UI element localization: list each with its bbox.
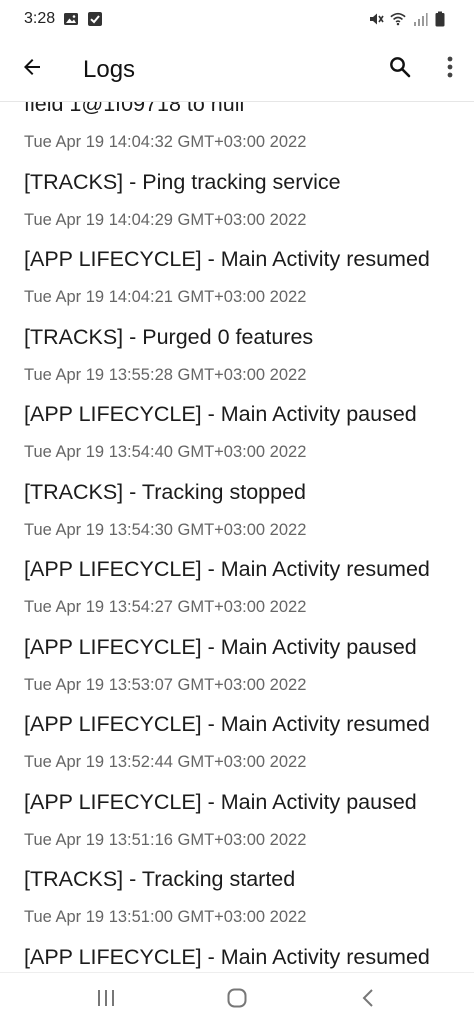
log-message: [APP LIFECYCLE] - Main Activity paused [24,634,417,659]
image-icon [63,11,79,27]
log-timestamp: Tue Apr 19 13:53:07 GMT+03:00 2022 [24,675,307,694]
recents-icon [96,989,116,1012]
back-button[interactable] [0,38,64,102]
log-message: [APP LIFECYCLE] - Main Activity resumed [24,712,430,736]
log-item[interactable]: Tue Apr 19 14:04:21 GMT+03:00 2022 [TRACK… [0,277,474,355]
log-item[interactable]: Tue Apr 19 13:51:00 GMT+03:00 2022 [APP L… [0,897,474,972]
status-bar: 3:28 [0,0,474,38]
screen: 3:28 Logs field 1@1f09718 to null Tue Ap… [0,0,474,1027]
log-timestamp: Tue Apr 19 14:04:29 GMT+03:00 2022 [24,210,307,229]
log-timestamp: Tue Apr 19 14:04:21 GMT+03:00 2022 [24,288,307,306]
system-back-button[interactable] [338,976,398,1024]
log-timestamp: Tue Apr 19 13:54:27 GMT+03:00 2022 [24,598,307,616]
log-timestamp: Tue Apr 19 13:51:00 GMT+03:00 2022 [24,908,307,926]
log-item[interactable]: Tue Apr 19 14:04:29 GMT+03:00 2022 [APP L… [0,200,474,278]
status-time: 3:28 [24,10,56,27]
status-right [368,11,450,27]
status-left: 3:28 [24,10,103,28]
log-message: [TRACKS] - Ping tracking service [24,169,341,194]
log-item[interactable]: Tue Apr 19 13:55:28 GMT+03:00 2022 [APP L… [0,355,474,433]
checkbox-notification-icon [87,11,103,27]
log-timestamp: Tue Apr 19 13:54:40 GMT+03:00 2022 [24,443,307,461]
log-timestamp: Tue Apr 19 13:55:28 GMT+03:00 2022 [24,365,307,384]
more-vert-icon [447,56,453,83]
navigation-bar [0,972,474,1027]
log-message: [APP LIFECYCLE] - Main Activity resumed [24,944,430,969]
log-items: Tue Apr 19 14:04:32 GMT+03:00 2022 [TRACK… [0,122,474,972]
page-title: Logs [83,55,136,83]
log-item[interactable]: Tue Apr 19 13:54:27 GMT+03:00 2022 [APP L… [0,587,474,665]
search-icon [388,55,412,84]
log-item-partial[interactable]: field 1@1f09718 to null [0,102,474,122]
log-list-content: field 1@1f09718 to null Tue Apr 19 14:04… [0,102,474,972]
log-item[interactable]: Tue Apr 19 13:52:44 GMT+03:00 2022 [APP L… [0,742,474,820]
overflow-menu-button[interactable] [426,38,474,102]
log-message: [APP LIFECYCLE] - Main Activity paused [24,789,417,814]
log-timestamp: Tue Apr 19 13:54:30 GMT+03:00 2022 [24,520,307,539]
log-message: field 1@1f09718 to null [24,102,245,116]
log-message: [TRACKS] - Tracking started [24,867,296,891]
home-icon [226,987,248,1014]
home-button[interactable] [207,976,267,1024]
app-bar: Logs [0,38,474,102]
log-item[interactable]: Tue Apr 19 13:53:07 GMT+03:00 2022 [APP L… [0,665,474,743]
log-item[interactable]: Tue Apr 19 13:51:16 GMT+03:00 2022 [TRACK… [0,820,474,898]
log-message: [APP LIFECYCLE] - Main Activity paused [24,402,417,426]
arrow-back-icon [20,55,44,84]
mute-icon [368,11,384,27]
log-timestamp: Tue Apr 19 13:51:16 GMT+03:00 2022 [24,830,307,849]
log-timestamp: Tue Apr 19 13:52:44 GMT+03:00 2022 [24,753,307,771]
log-message: [APP LIFECYCLE] - Main Activity resumed [24,247,430,271]
battery-icon [434,11,450,27]
log-list[interactable]: field 1@1f09718 to null Tue Apr 19 14:04… [0,102,474,972]
nav-back-icon [361,988,375,1013]
log-message: [APP LIFECYCLE] - Main Activity resumed [24,557,430,581]
log-message: [TRACKS] - Tracking stopped [24,479,306,504]
signal-icon [412,11,428,27]
recents-button[interactable] [76,976,136,1024]
log-item[interactable]: Tue Apr 19 14:04:32 GMT+03:00 2022 [TRACK… [0,122,474,200]
search-button[interactable] [376,38,424,102]
log-item[interactable]: Tue Apr 19 13:54:30 GMT+03:00 2022 [APP L… [0,510,474,588]
log-message: [TRACKS] - Purged 0 features [24,324,314,349]
log-item[interactable]: Tue Apr 19 13:54:40 GMT+03:00 2022 [TRACK… [0,432,474,510]
log-timestamp: Tue Apr 19 14:04:32 GMT+03:00 2022 [24,133,307,151]
wifi-icon [390,11,406,27]
